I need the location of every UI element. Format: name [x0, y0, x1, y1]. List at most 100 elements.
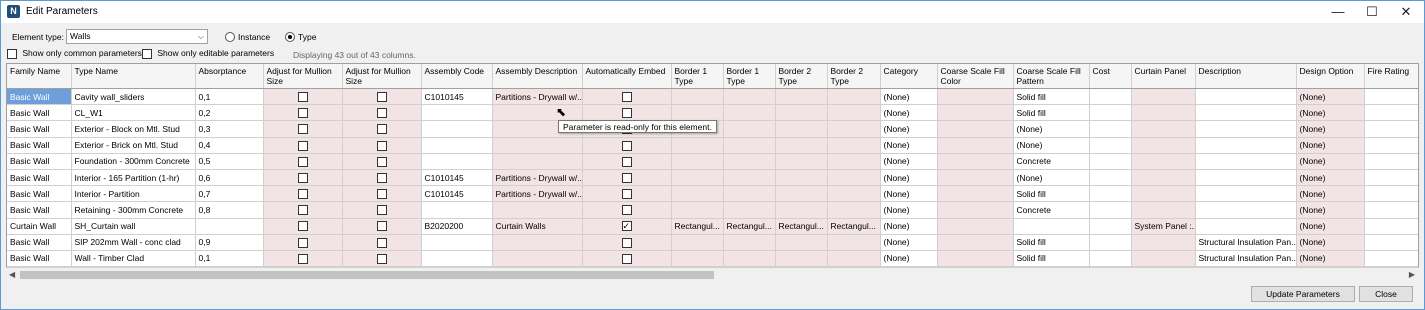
table-cell[interactable]: [1364, 234, 1418, 251]
table-cell[interactable]: [1364, 104, 1418, 122]
table-cell[interactable]: [342, 104, 422, 122]
table-cell[interactable]: [195, 218, 264, 235]
table-cell[interactable]: Solid fill: [1013, 234, 1090, 251]
table-cell[interactable]: [671, 250, 724, 268]
column-header[interactable]: Adjust for Mullion Size: [342, 64, 422, 89]
type-radio[interactable]: [285, 32, 295, 42]
table-cell[interactable]: Interior - Partition: [71, 185, 196, 203]
table-cell[interactable]: [492, 250, 583, 268]
table-cell[interactable]: [1089, 218, 1132, 235]
table-cell[interactable]: [342, 185, 422, 203]
table-cell[interactable]: [827, 201, 881, 219]
table-cell[interactable]: [582, 234, 672, 251]
table-cell[interactable]: [421, 137, 493, 154]
cell-checkbox[interactable]: [297, 205, 308, 216]
column-header[interactable]: Fire Rating: [1364, 64, 1418, 89]
table-cell[interactable]: B2020200: [421, 218, 493, 235]
table-cell[interactable]: [1089, 169, 1132, 187]
table-cell[interactable]: Concrete: [1013, 153, 1090, 170]
table-cell[interactable]: Structural Insulation Pan...: [1195, 250, 1297, 268]
table-cell[interactable]: [1089, 104, 1132, 122]
table-cell[interactable]: [342, 169, 422, 187]
table-cell[interactable]: Basic Wall: [7, 104, 72, 122]
table-cell[interactable]: 0,3: [195, 120, 264, 138]
table-cell[interactable]: [775, 120, 828, 138]
table-cell[interactable]: [421, 250, 493, 268]
table-cell[interactable]: (None): [880, 104, 938, 122]
column-header[interactable]: Category: [880, 64, 938, 89]
table-cell[interactable]: [827, 88, 881, 106]
table-cell[interactable]: (None): [880, 120, 938, 138]
table-cell[interactable]: [582, 185, 672, 203]
column-header[interactable]: Design Option: [1296, 64, 1365, 89]
column-header[interactable]: Border 1 Type: [671, 64, 724, 89]
table-cell[interactable]: [1195, 201, 1297, 219]
table-cell[interactable]: [492, 137, 583, 154]
column-header[interactable]: Curtain Panel: [1131, 64, 1196, 89]
column-header[interactable]: Coarse Scale Fill Color: [937, 64, 1014, 89]
table-cell[interactable]: [775, 234, 828, 251]
table-cell[interactable]: [1013, 218, 1090, 235]
table-cell[interactable]: C1010145: [421, 169, 493, 187]
cell-checkbox[interactable]: [376, 91, 387, 102]
table-cell[interactable]: [421, 104, 493, 122]
table-cell[interactable]: Basic Wall: [7, 185, 72, 203]
table-cell[interactable]: Rectangul...: [827, 218, 881, 235]
table-cell[interactable]: (None): [1296, 169, 1365, 187]
table-cell[interactable]: [723, 153, 776, 170]
minimize-button[interactable]: —: [1321, 1, 1355, 23]
scrollbar-thumb[interactable]: [20, 271, 714, 279]
close-window-button[interactable]: ✕: [1389, 1, 1423, 23]
element-type-dropdown[interactable]: Walls ⌵: [66, 29, 208, 44]
table-cell[interactable]: [342, 218, 422, 235]
cell-checkbox[interactable]: [297, 108, 308, 119]
table-cell[interactable]: [723, 250, 776, 268]
table-cell[interactable]: SH_Curtain wall: [71, 218, 196, 235]
table-cell[interactable]: [342, 250, 422, 268]
table-cell[interactable]: [492, 201, 583, 219]
cell-checkbox[interactable]: [621, 172, 632, 183]
table-cell[interactable]: [937, 137, 1014, 154]
table-cell[interactable]: [827, 250, 881, 268]
table-cell[interactable]: [492, 104, 583, 122]
cell-checkbox[interactable]: [376, 156, 387, 167]
table-cell[interactable]: [1364, 88, 1418, 106]
cell-checkbox[interactable]: [621, 237, 632, 248]
table-cell[interactable]: Basic Wall: [7, 137, 72, 154]
close-button[interactable]: Close: [1359, 286, 1413, 302]
cell-checkbox[interactable]: [297, 91, 308, 102]
cell-checkbox[interactable]: [621, 220, 632, 232]
table-cell[interactable]: [827, 153, 881, 170]
table-cell[interactable]: [937, 120, 1014, 138]
column-header[interactable]: Family Name: [7, 64, 72, 89]
parameters-grid[interactable]: Family Name Type Name Absorptance Adjust fo…: [6, 63, 1419, 281]
table-cell[interactable]: [723, 185, 776, 203]
table-cell[interactable]: Wall - Timber Clad: [71, 250, 196, 268]
table-cell[interactable]: [827, 104, 881, 122]
table-cell[interactable]: [342, 120, 422, 138]
column-header[interactable]: Description: [1195, 64, 1297, 89]
table-cell[interactable]: [582, 201, 672, 219]
table-cell[interactable]: [775, 169, 828, 187]
table-cell[interactable]: [1195, 104, 1297, 122]
table-cell[interactable]: (None): [880, 153, 938, 170]
table-cell[interactable]: [827, 169, 881, 187]
table-cell[interactable]: [671, 234, 724, 251]
table-cell[interactable]: [492, 153, 583, 170]
table-cell[interactable]: [937, 201, 1014, 219]
cell-checkbox[interactable]: [297, 156, 308, 167]
table-cell[interactable]: [342, 88, 422, 106]
table-cell[interactable]: (None): [880, 201, 938, 219]
horizontal-scrollbar[interactable]: ◀ ▶: [6, 267, 1419, 281]
table-cell[interactable]: [671, 104, 724, 122]
cell-checkbox[interactable]: [297, 221, 308, 232]
table-cell[interactable]: C1010145: [421, 88, 493, 106]
table-cell[interactable]: [1131, 137, 1196, 154]
cell-checkbox[interactable]: [376, 172, 387, 183]
table-cell[interactable]: [1089, 88, 1132, 106]
column-header[interactable]: Assembly Description: [492, 64, 583, 89]
table-cell[interactable]: [342, 201, 422, 219]
table-cell[interactable]: (None): [880, 185, 938, 203]
table-cell[interactable]: Exterior - Brick on Mtl. Stud: [71, 137, 196, 154]
table-cell[interactable]: [775, 104, 828, 122]
